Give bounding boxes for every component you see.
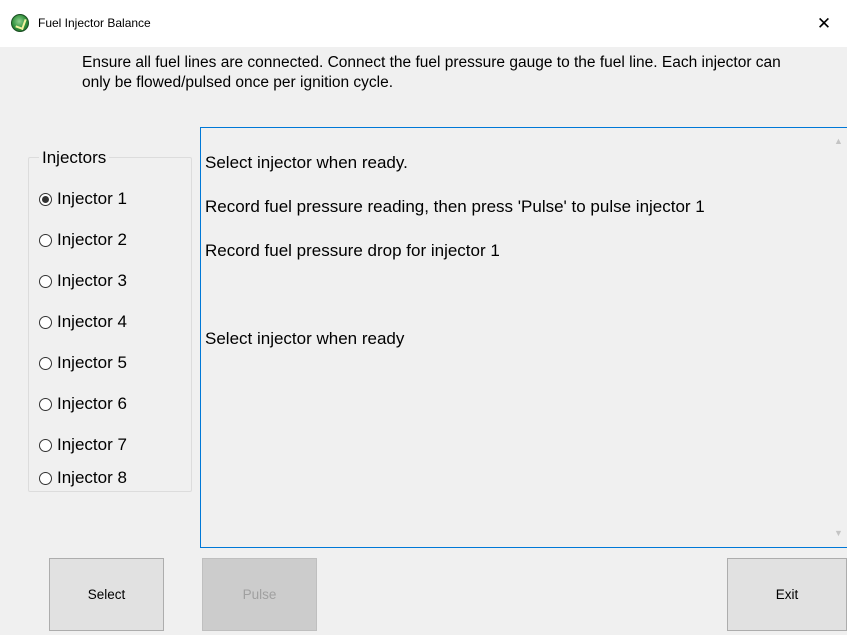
radio-label: Injector 7 (57, 435, 127, 454)
radio-injector-6[interactable]: Injector 6 (39, 391, 127, 417)
radio-injector-4[interactable]: Injector 4 (39, 309, 127, 335)
status-log-textbox[interactable]: Select injector when ready. Record fuel … (200, 127, 847, 548)
radio-unselected-icon[interactable] (39, 438, 52, 452)
radio-label: Injector 6 (57, 394, 127, 413)
vertical-scrollbar[interactable]: ▲ ▼ (830, 128, 847, 547)
radio-unselected-icon[interactable] (39, 315, 52, 329)
title-bar: Fuel Injector Balance ✕ (0, 0, 847, 47)
radio-injector-3[interactable]: Injector 3 (39, 268, 127, 294)
radio-unselected-icon[interactable] (39, 397, 52, 411)
pulse-button[interactable]: Pulse (202, 558, 317, 631)
log-line: Select injector when ready (205, 329, 405, 348)
scroll-up-arrow-icon[interactable]: ▲ (833, 136, 844, 147)
radio-selected-icon[interactable] (39, 192, 52, 206)
injectors-groupbox: Injectors Injector 1 Injector 2 Injector… (28, 148, 192, 492)
radio-unselected-icon[interactable] (39, 356, 52, 370)
radio-label: Injector 1 (57, 189, 127, 208)
app-logo-icon (11, 14, 29, 32)
radio-label: Injector 4 (57, 312, 127, 331)
fuel-injector-balance-window: Fuel Injector Balance ✕ Ensure all fuel … (0, 0, 847, 635)
radio-injector-1[interactable]: Injector 1 (39, 186, 127, 212)
window-title: Fuel Injector Balance (38, 16, 151, 30)
radio-unselected-icon[interactable] (39, 233, 52, 247)
radio-unselected-icon[interactable] (39, 274, 52, 288)
radio-unselected-icon[interactable] (39, 471, 52, 485)
scroll-down-arrow-icon[interactable]: ▼ (833, 528, 844, 539)
radio-injector-7[interactable]: Injector 7 (39, 432, 127, 458)
instructions-text: Ensure all fuel lines are connected. Con… (82, 54, 781, 91)
radio-label: Injector 3 (57, 271, 127, 290)
radio-label: Injector 5 (57, 353, 127, 372)
select-button[interactable]: Select (49, 558, 164, 631)
radio-injector-8[interactable]: Injector 8 (39, 465, 127, 491)
log-line: Record fuel pressure drop for injector 1 (205, 241, 500, 260)
status-log-text: Select injector when ready. Record fuel … (205, 130, 825, 372)
injectors-group-label: Injectors (39, 148, 110, 168)
log-line: Select injector when ready. (205, 153, 408, 172)
radio-injector-5[interactable]: Injector 5 (39, 350, 127, 376)
close-button[interactable]: ✕ (801, 0, 847, 47)
radio-label: Injector 8 (57, 468, 127, 487)
log-line: Record fuel pressure reading, then press… (205, 197, 705, 216)
radio-label: Injector 2 (57, 230, 127, 249)
radio-injector-2[interactable]: Injector 2 (39, 227, 127, 253)
exit-button[interactable]: Exit (727, 558, 847, 631)
